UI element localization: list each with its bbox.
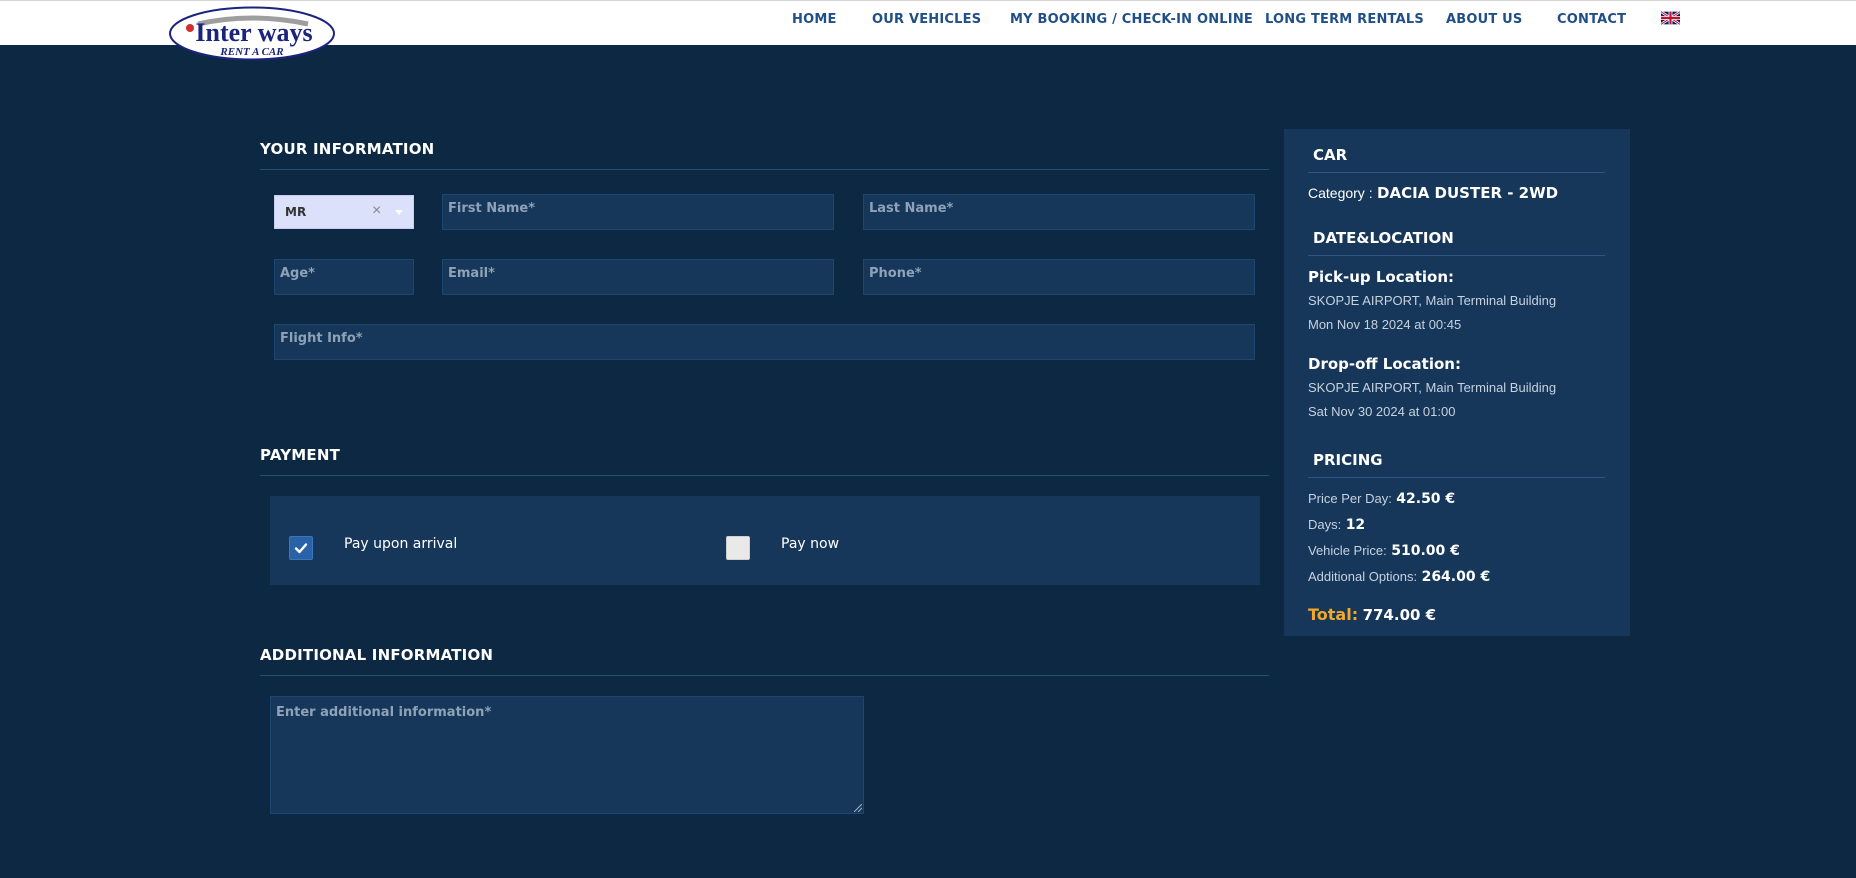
additional-information-placeholder: Enter additional information*	[276, 705, 492, 720]
dropoff-label: Drop-off Location:	[1308, 355, 1461, 373]
divider	[1308, 255, 1605, 256]
site-header: Inter ways RENT A CAR HOME OUR VEHICLES …	[0, 0, 1856, 61]
total-value: 774.00 €	[1362, 606, 1437, 624]
pay-now-label[interactable]: Pay now	[781, 536, 839, 552]
pay-upon-arrival-checkbox[interactable]	[289, 536, 313, 560]
days-label: Days:	[1308, 517, 1342, 532]
days-value: 12	[1345, 517, 1366, 533]
category-value: DACIA DUSTER - 2WD	[1377, 184, 1559, 202]
booking-summary: CAR Category : DACIA DUSTER - 2WD DATE&L…	[1284, 129, 1630, 636]
payment-options: Pay upon arrival Pay now	[270, 496, 1260, 585]
vehicle-price-row: Vehicle Price: 510.00 €	[1308, 542, 1460, 560]
clear-icon[interactable]: ×	[372, 202, 381, 220]
divider	[260, 675, 1269, 676]
divider	[1308, 477, 1605, 478]
additional-options-label: Additional Options:	[1308, 569, 1418, 584]
nav-my-booking[interactable]: MY BOOKING / CHECK-IN ONLINE	[1010, 12, 1253, 27]
salutation-select[interactable]: MR ×	[274, 195, 414, 229]
salutation-value: MR	[285, 205, 307, 219]
pricing-title: PRICING	[1313, 451, 1383, 469]
days-row: Days: 12	[1308, 516, 1365, 534]
flight-info-field[interactable]: Flight Info*	[274, 324, 1255, 360]
payment-title: PAYMENT	[260, 446, 341, 464]
divider	[260, 169, 1269, 170]
pickup-place: SKOPJE AIRPORT, Main Terminal Building	[1308, 293, 1557, 308]
first-name-field[interactable]: First Name*	[442, 194, 834, 230]
check-icon	[294, 543, 308, 554]
pickup-time: Mon Nov 18 2024 at 00:45	[1308, 317, 1462, 332]
nav-contact[interactable]: CONTACT	[1557, 12, 1626, 27]
pay-now-checkbox[interactable]	[726, 536, 750, 560]
uk-flag-icon[interactable]	[1661, 11, 1680, 25]
svg-text:RENT A CAR: RENT A CAR	[219, 46, 283, 58]
phone-field[interactable]: Phone*	[863, 259, 1255, 295]
divider	[260, 475, 1269, 476]
date-location-title: DATE&LOCATION	[1313, 229, 1454, 247]
pay-upon-arrival-label[interactable]: Pay upon arrival	[344, 536, 457, 552]
age-field[interactable]: Age*	[274, 259, 414, 295]
vehicle-price-value: 510.00 €	[1391, 543, 1460, 559]
dropoff-place: SKOPJE AIRPORT, Main Terminal Building	[1308, 380, 1557, 395]
price-per-day-row: Price Per Day: 42.50 €	[1308, 490, 1455, 508]
nav-long-term-rentals[interactable]: LONG TERM RENTALS	[1265, 12, 1424, 27]
additional-information-textarea[interactable]: Enter additional information*	[270, 696, 864, 814]
price-per-day-label: Price Per Day:	[1308, 491, 1392, 506]
car-category: Category : DACIA DUSTER - 2WD	[1308, 184, 1558, 203]
additional-options-row: Additional Options: 264.00 €	[1308, 568, 1490, 586]
chevron-down-icon[interactable]	[395, 210, 403, 215]
category-label: Category :	[1308, 185, 1373, 201]
main-nav: HOME OUR VEHICLES MY BOOKING / CHECK-IN …	[0, 12, 1856, 32]
divider	[1308, 172, 1605, 173]
price-per-day-value: 42.50 €	[1396, 491, 1456, 507]
dropoff-time: Sat Nov 30 2024 at 01:00	[1308, 404, 1456, 419]
car-title: CAR	[1313, 146, 1348, 164]
additional-information-title: ADDITIONAL INFORMATION	[260, 646, 494, 664]
additional-options-value: 264.00 €	[1421, 569, 1491, 585]
nav-about-us[interactable]: ABOUT US	[1446, 12, 1523, 27]
nav-our-vehicles[interactable]: OUR VEHICLES	[872, 12, 981, 27]
pickup-label: Pick-up Location:	[1308, 268, 1455, 286]
last-name-field[interactable]: Last Name*	[863, 194, 1255, 230]
your-information-title: YOUR INFORMATION	[260, 140, 435, 158]
nav-home[interactable]: HOME	[792, 12, 837, 27]
vehicle-price-label: Vehicle Price:	[1308, 543, 1387, 558]
email-field[interactable]: Email*	[442, 259, 834, 295]
resize-handle-icon[interactable]	[854, 804, 862, 812]
total-row: Total: 774.00 €	[1308, 605, 1436, 625]
total-label: Total:	[1308, 605, 1359, 624]
